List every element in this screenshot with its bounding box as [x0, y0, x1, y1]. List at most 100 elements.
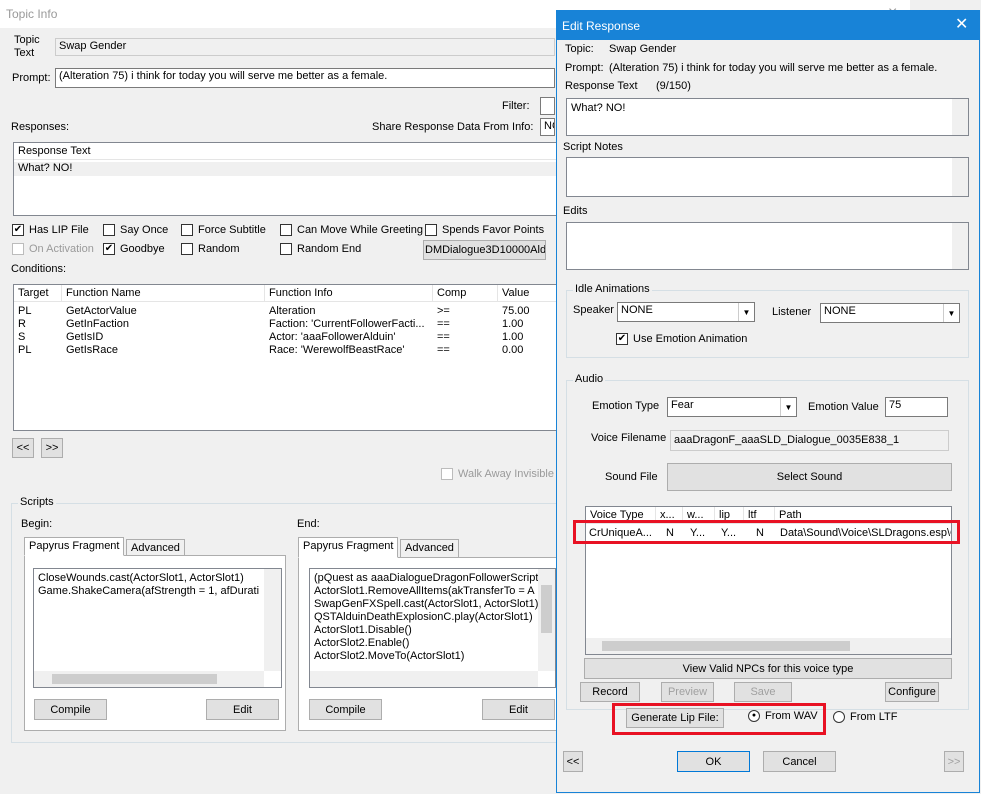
has-lip-file-checkbox[interactable]: ✔ Has LIP File — [12, 224, 89, 236]
checkmark-icon: ✔ — [12, 224, 24, 236]
emotion-type-label: Emotion Type — [592, 400, 660, 412]
chevron-down-icon[interactable]: ▼ — [780, 398, 796, 416]
filter-field[interactable] — [540, 97, 555, 115]
dialogue-id-button[interactable]: DMDialogue3D10000Alduin — [423, 240, 546, 260]
from-ltf-radio[interactable]: From LTF — [833, 711, 897, 723]
er-script-notes-scrollbar[interactable] — [952, 158, 968, 196]
emotion-type-select[interactable]: Fear ▼ — [667, 397, 797, 417]
begin-tab-papyrus-fragment[interactable]: Papyrus Fragment — [24, 537, 125, 556]
begin-label: Begin: — [21, 518, 53, 530]
condition-value[interactable]: 1.00 — [502, 318, 557, 331]
condition-function-name[interactable]: GetIsID — [66, 331, 264, 344]
responses-list[interactable]: Response Text What? NO! — [13, 142, 558, 216]
random-end-checkbox[interactable]: Random End — [280, 243, 361, 255]
checkbox-label: Has LIP File — [29, 224, 89, 236]
idle-animations-group: Idle Animations — [566, 283, 969, 358]
end-script-editor[interactable]: (pQuest as aaaDialogueDragonFollowerScri… — [309, 568, 556, 688]
random-checkbox[interactable]: Random — [181, 243, 240, 255]
use-emotion-animation-checkbox[interactable]: ✔ Use Emotion Animation — [616, 333, 747, 345]
can-move-while-greeting-checkbox[interactable]: Can Move While Greeting — [280, 224, 423, 236]
er-edits-scrollbar[interactable] — [952, 223, 968, 269]
condition-value[interactable]: 1.00 — [502, 331, 557, 344]
er-prev-button[interactable]: << — [563, 751, 583, 772]
speaker-label: Speaker — [573, 304, 614, 316]
condition-target[interactable]: R — [18, 318, 62, 331]
condition-comp[interactable]: == — [437, 331, 497, 344]
er-script-notes-input[interactable] — [566, 157, 969, 197]
conditions-list[interactable]: Target Function Name Function Info Comp … — [13, 284, 558, 431]
begin-horizontal-scroll-thumb[interactable] — [52, 674, 217, 684]
topic-text-field[interactable]: Swap Gender — [55, 38, 555, 56]
condition-value[interactable]: 75.00 — [502, 305, 557, 318]
conditions-header-function-info[interactable]: Function Info — [265, 285, 433, 302]
end-tab-advanced[interactable]: Advanced — [400, 539, 459, 558]
condition-target[interactable]: PL — [18, 344, 62, 357]
view-valid-npcs-button[interactable]: View Valid NPCs for this voice type — [584, 658, 952, 679]
checkbox-label: Random — [198, 243, 240, 255]
er-response-text-input[interactable]: What? NO! — [566, 98, 969, 136]
conditions-next-button[interactable]: >> — [41, 438, 63, 458]
conditions-prev-button[interactable]: << — [12, 438, 34, 458]
list-item[interactable]: What? NO! — [14, 162, 557, 176]
checkbox-label: Random End — [297, 243, 362, 255]
end-edit-button[interactable]: Edit — [482, 699, 555, 720]
begin-vertical-scrollbar[interactable] — [264, 569, 281, 671]
radio-label: From LTF — [850, 711, 898, 723]
end-tab-papyrus-fragment[interactable]: Papyrus Fragment — [298, 537, 399, 558]
condition-function-info[interactable]: Race: 'WerewolfBeastRace' — [269, 344, 432, 357]
share-response-select[interactable]: NO — [540, 118, 555, 136]
condition-function-name[interactable]: GetIsRace — [66, 344, 264, 357]
emotion-value-input[interactable]: 75 — [885, 397, 948, 417]
begin-edit-button[interactable]: Edit — [206, 699, 279, 720]
edit-response-close-icon[interactable]: ✕ — [955, 14, 968, 34]
voice-row-highlight — [573, 520, 960, 544]
voice-table-scroll-thumb[interactable] — [602, 641, 850, 651]
condition-function-name[interactable]: GetInFaction — [66, 318, 264, 331]
topic-text-label: Topic Text — [14, 34, 40, 59]
filter-label: Filter: — [502, 100, 530, 112]
conditions-header-value[interactable]: Value — [498, 285, 557, 302]
end-horizontal-scrollbar[interactable] — [310, 671, 538, 687]
conditions-header-target[interactable]: Target — [14, 285, 62, 302]
say-once-checkbox[interactable]: Say Once — [103, 224, 168, 236]
goodbye-checkbox[interactable]: ✔ Goodbye — [103, 243, 165, 255]
condition-function-info[interactable]: Faction: 'CurrentFollowerFacti... — [269, 318, 432, 331]
chevron-down-icon[interactable]: ▼ — [943, 304, 959, 322]
er-edits-label: Edits — [563, 205, 588, 217]
er-response-text-label: Response Text — [565, 80, 638, 92]
edit-response-titlebar: Edit Response — [557, 11, 979, 40]
chevron-down-icon[interactable]: ▼ — [738, 303, 754, 321]
end-vertical-scroll-thumb[interactable] — [541, 585, 552, 633]
ok-button[interactable]: OK — [677, 751, 750, 772]
condition-target[interactable]: S — [18, 331, 62, 344]
condition-function-info[interactable]: Actor: 'aaaFollowerAlduin' — [269, 331, 432, 344]
configure-button[interactable]: Configure — [885, 682, 939, 702]
listener-label: Listener — [772, 306, 812, 318]
condition-comp[interactable]: == — [437, 344, 497, 357]
begin-script-editor[interactable]: CloseWounds.cast(ActorSlot1, ActorSlot1)… — [33, 568, 282, 688]
conditions-header-comp[interactable]: Comp — [433, 285, 498, 302]
prompt-field[interactable]: (Alteration 75) i think for today you wi… — [55, 68, 555, 88]
condition-function-name[interactable]: GetActorValue — [66, 305, 264, 318]
begin-compile-button[interactable]: Compile — [34, 699, 107, 720]
begin-tab-advanced[interactable]: Advanced — [126, 539, 185, 556]
spends-favor-points-checkbox[interactable]: Spends Favor Points — [425, 224, 544, 236]
er-response-scrollbar[interactable] — [952, 99, 968, 135]
conditions-header-function-name[interactable]: Function Name — [62, 285, 265, 302]
end-compile-button[interactable]: Compile — [309, 699, 382, 720]
cancel-button[interactable]: Cancel — [763, 751, 836, 772]
record-button[interactable]: Record — [580, 682, 640, 702]
condition-value[interactable]: 0.00 — [502, 344, 557, 357]
condition-function-info[interactable]: Alteration — [269, 305, 432, 318]
prompt-label: Prompt: — [12, 72, 51, 84]
topic-info-title: Topic Info — [6, 7, 58, 21]
er-edits-input[interactable] — [566, 222, 969, 270]
responses-header[interactable]: Response Text — [14, 143, 557, 160]
condition-comp[interactable]: >= — [437, 305, 497, 318]
condition-target[interactable]: PL — [18, 305, 62, 318]
speaker-select[interactable]: NONE ▼ — [617, 302, 755, 322]
listener-select[interactable]: NONE ▼ — [820, 303, 960, 323]
select-sound-button[interactable]: Select Sound — [667, 463, 952, 491]
condition-comp[interactable]: == — [437, 318, 497, 331]
force-subtitle-checkbox[interactable]: Force Subtitle — [181, 224, 266, 236]
